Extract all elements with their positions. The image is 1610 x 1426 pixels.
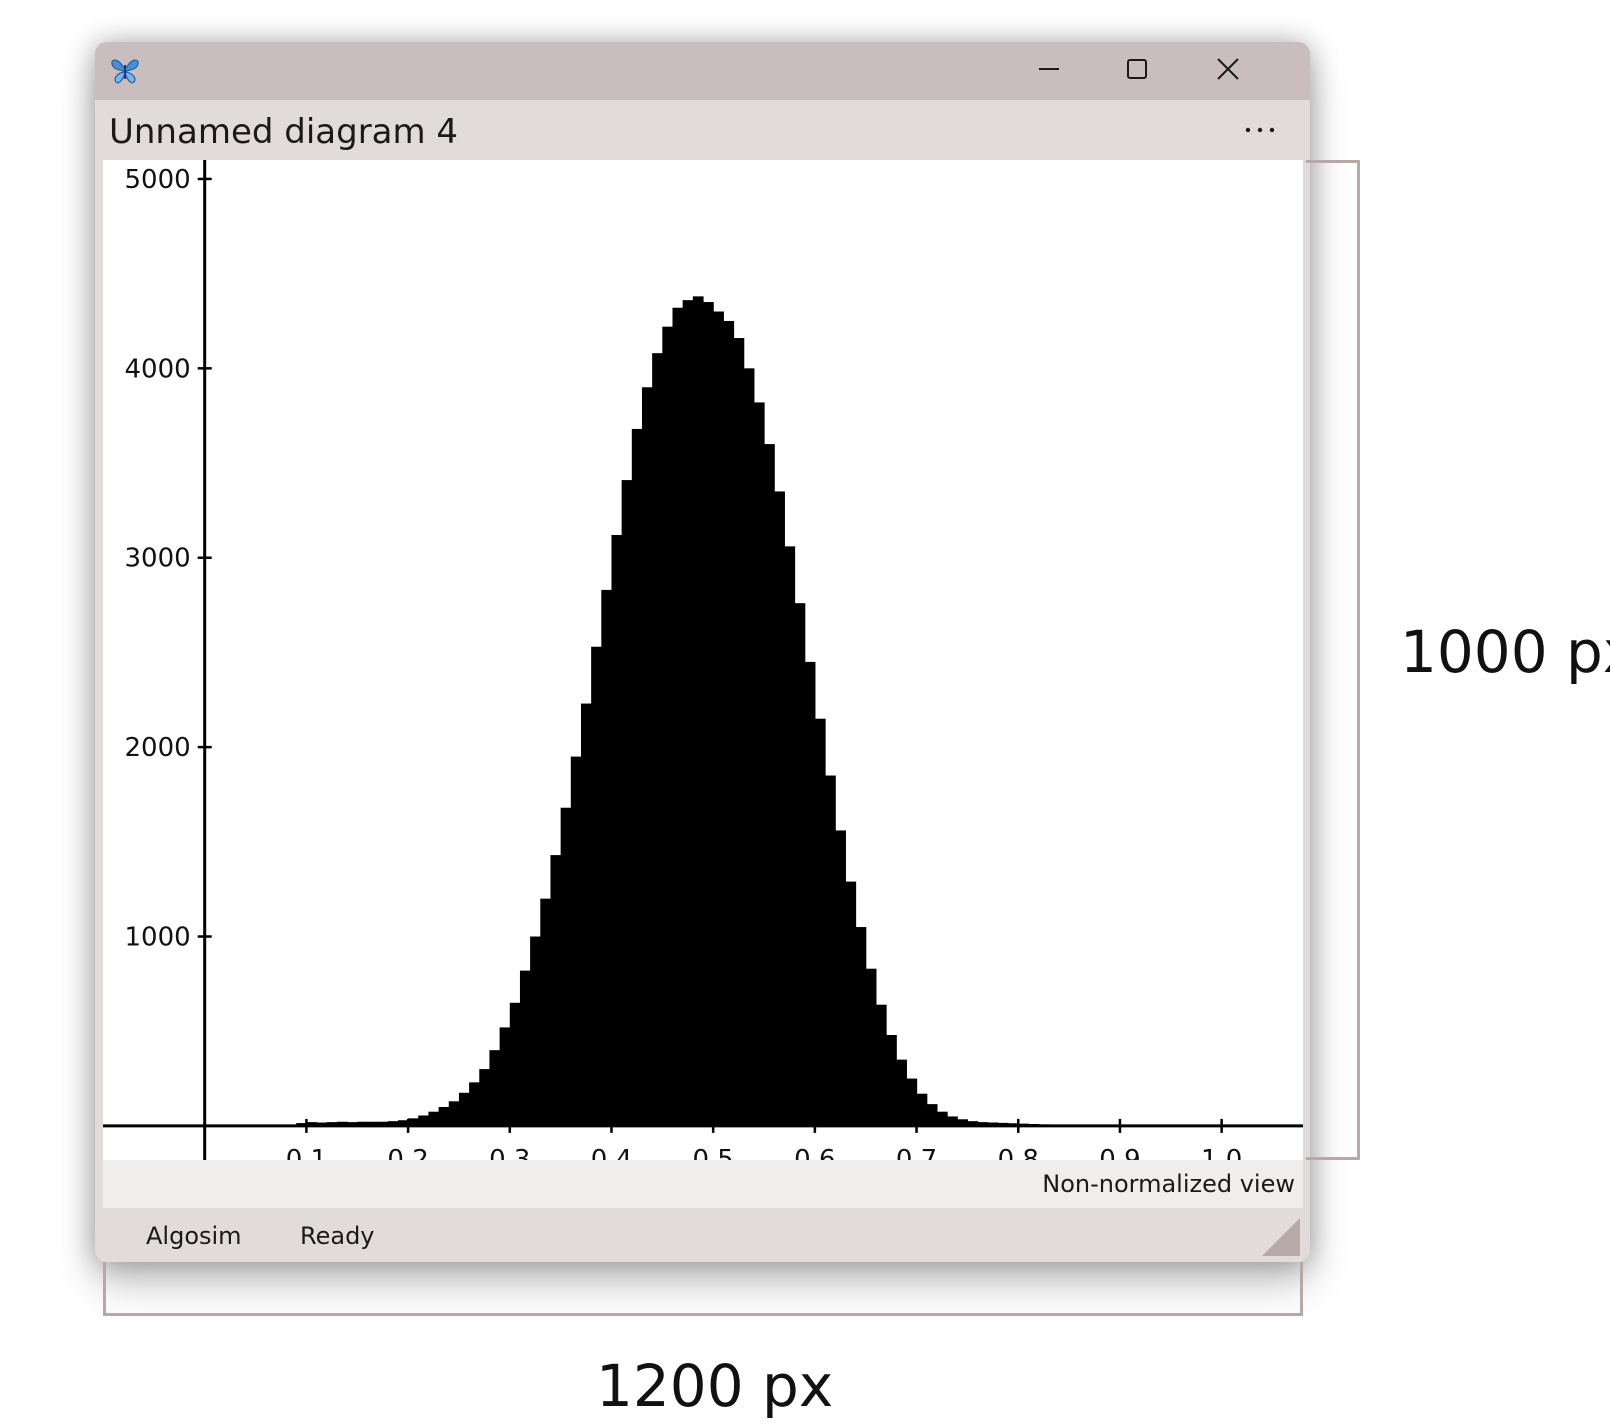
- histogram-bar: [540, 898, 552, 1126]
- document-header: Unnamed diagram 4: [95, 100, 1310, 160]
- histogram-bar: [560, 807, 572, 1126]
- histogram-bar: [641, 387, 653, 1126]
- status-app-name: Algosim: [146, 1222, 242, 1250]
- histogram-bar: [825, 775, 836, 1126]
- histogram-bar: [886, 1035, 897, 1126]
- histogram-bar: [733, 338, 745, 1126]
- histogram-bar: [479, 1069, 491, 1126]
- x-tick-label: 0.2: [387, 1145, 428, 1160]
- histogram-bar: [784, 546, 796, 1126]
- histogram-bar: [804, 661, 816, 1126]
- histogram-bar: [814, 718, 826, 1126]
- x-tick-label: 1.0: [1201, 1145, 1242, 1160]
- title-bar[interactable]: [95, 42, 1310, 100]
- histogram-bar: [865, 968, 877, 1126]
- histogram-bar: [672, 307, 684, 1126]
- histogram-bar: [764, 444, 775, 1126]
- histogram-bar: [621, 480, 633, 1126]
- histogram-bar: [499, 1027, 511, 1126]
- y-tick-label: 3000: [125, 544, 191, 574]
- histogram-bar: [835, 830, 846, 1126]
- histogram-bar: [936, 1111, 948, 1126]
- histogram-bar: [570, 756, 582, 1126]
- view-mode-label[interactable]: Non-normalized view: [1042, 1170, 1295, 1198]
- histogram-bar: [906, 1078, 918, 1126]
- x-tick-label: 0.3: [489, 1145, 530, 1160]
- histogram-bar: [703, 302, 714, 1126]
- histogram-bar: [631, 428, 643, 1126]
- diagram-window: Unnamed diagram 4 0.1 0.2 0.3 0.4 0.5 0.6 0.7 0…: [95, 42, 1310, 1262]
- resize-grip-icon[interactable]: [1262, 1218, 1300, 1256]
- histogram-bar: [530, 936, 541, 1126]
- histogram-bar: [855, 927, 867, 1126]
- x-tick-label: 0.8: [998, 1145, 1039, 1160]
- butterfly-icon[interactable]: [109, 55, 141, 87]
- x-tick-label: 0.9: [1099, 1145, 1140, 1160]
- histogram-bar: [753, 402, 765, 1126]
- x-tick-label: 0.6: [794, 1145, 835, 1160]
- histogram-bar: [682, 300, 694, 1126]
- histogram-bar: [418, 1115, 430, 1126]
- x-tick-label: 0.4: [591, 1145, 632, 1160]
- y-tick-label: 4000: [125, 354, 191, 384]
- histogram-bar: [794, 603, 806, 1126]
- histogram-bar: [519, 970, 531, 1126]
- status-state: Ready: [300, 1222, 375, 1250]
- document-title: Unnamed diagram 4: [109, 112, 459, 152]
- histogram-bar: [469, 1082, 480, 1126]
- histogram-bar: [875, 1004, 887, 1126]
- maximize-icon: [1125, 57, 1149, 85]
- y-tick-label: 2000: [125, 733, 191, 763]
- histogram-bar: [743, 368, 755, 1126]
- histogram-bar: [652, 353, 663, 1126]
- histogram-bar: [601, 589, 613, 1126]
- histogram-bar: [896, 1059, 907, 1126]
- histogram-bar: [845, 881, 857, 1126]
- y-tick-label: 5000: [125, 165, 191, 195]
- histogram-plot[interactable]: 0.1 0.2 0.3 0.4 0.5 0.6 0.7 0.8 0.9 1.0 1000 2000 30…: [103, 160, 1303, 1175]
- y-tick-label: 1000: [125, 923, 191, 953]
- x-tick-label: 0.5: [692, 1145, 733, 1160]
- histogram-bar: [916, 1093, 928, 1126]
- histogram-chart[interactable]: 0.1 0.2 0.3 0.4 0.5 0.6 0.7 0.8 0.9 1.0 1000 2000 30…: [103, 160, 1303, 1175]
- histogram-bar: [774, 491, 785, 1126]
- histogram-bar: [662, 326, 674, 1126]
- maximize-button[interactable]: [1097, 42, 1177, 100]
- histogram-bar: [550, 855, 562, 1126]
- more-horizontal-icon: [1245, 119, 1275, 138]
- x-tick-label: 0.7: [896, 1145, 937, 1160]
- close-icon: [1216, 57, 1240, 85]
- histogram-bar: [580, 703, 592, 1126]
- minimize-icon: [1037, 57, 1061, 85]
- width-guide: [103, 1262, 1303, 1316]
- histogram-bar: [692, 296, 704, 1126]
- histogram-bar: [458, 1092, 470, 1126]
- width-dimension-label: 1200 px: [596, 1352, 834, 1420]
- histogram-bar: [489, 1050, 501, 1126]
- more-options-button[interactable]: [1235, 106, 1285, 150]
- height-guide: [1306, 160, 1360, 1160]
- histogram-bar: [438, 1106, 450, 1126]
- histogram-bar: [926, 1104, 938, 1126]
- histogram-bar: [713, 311, 724, 1126]
- view-mode-strip: Non-normalized view: [103, 1160, 1303, 1208]
- histogram-bar: [428, 1111, 440, 1126]
- histogram-bar: [611, 535, 623, 1126]
- histogram-bar: [723, 320, 735, 1126]
- histogram-bar: [448, 1101, 460, 1126]
- x-tick-label: 0.1: [286, 1145, 327, 1160]
- height-dimension-label: 1000 px: [1400, 618, 1610, 686]
- histogram-bar: [509, 1002, 521, 1126]
- status-bar: Algosim Ready: [95, 1208, 1310, 1262]
- histogram-bar: [591, 646, 602, 1126]
- close-button[interactable]: [1188, 42, 1268, 100]
- minimize-button[interactable]: [1009, 42, 1089, 100]
